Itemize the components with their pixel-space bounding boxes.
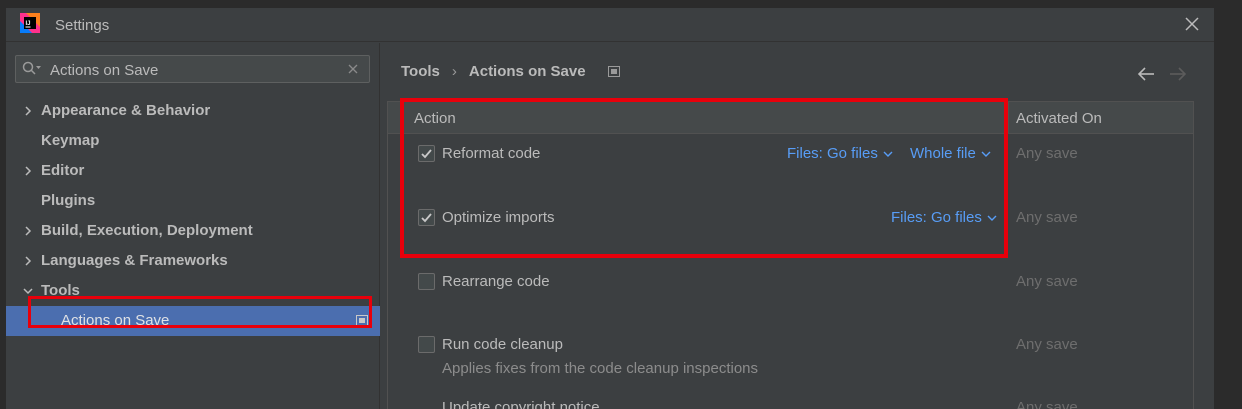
row-description: Applies fixes from the code cleanup insp… (442, 360, 759, 377)
checkmark-icon (421, 213, 432, 223)
chevron-right-icon[interactable] (22, 225, 34, 237)
tree-item-languages-frameworks[interactable]: Languages & Frameworks (6, 246, 380, 276)
project-settings-icon (356, 315, 368, 326)
search-box[interactable] (15, 55, 370, 83)
settings-tree: Appearance & Behavior Keymap Editor Plug… (6, 96, 380, 336)
whole-file-dropdown[interactable]: Whole file (910, 145, 991, 162)
settings-sidebar: Appearance & Behavior Keymap Editor Plug… (6, 43, 380, 409)
tree-item-tools[interactable]: Tools (6, 276, 380, 306)
project-settings-icon (607, 65, 620, 77)
activated-on-value[interactable]: Any save (1016, 273, 1078, 290)
chevron-right-icon[interactable] (22, 255, 34, 267)
background-right (1214, 0, 1242, 409)
table-row: Rearrange code Any save (388, 262, 1193, 326)
checkmark-icon (421, 149, 432, 159)
tree-item-label: Actions on Save (61, 312, 170, 329)
row-label: Run code cleanup (442, 336, 563, 353)
table-row: Run code cleanup Applies fixes from the … (388, 326, 1193, 390)
optimize-imports-checkbox[interactable] (418, 209, 435, 226)
rearrange-code-checkbox[interactable] (418, 273, 435, 290)
row-label: Optimize imports (442, 209, 555, 226)
reformat-code-checkbox[interactable] (418, 145, 435, 162)
table-header: Action Activated On (388, 102, 1193, 134)
settings-content: Tools › Actions on Save Action Activated O… (381, 43, 1214, 409)
run-code-cleanup-checkbox[interactable] (418, 336, 435, 353)
clear-search-icon[interactable] (346, 62, 360, 76)
column-header-action[interactable]: Action (414, 110, 456, 127)
tree-item-build-execution-deployment[interactable]: Build, Execution, Deployment (6, 216, 380, 246)
logo-text: IJ (26, 21, 31, 27)
breadcrumb-separator: › (451, 62, 457, 80)
tree-item-label: Keymap (41, 132, 100, 149)
tree-item-editor[interactable]: Editor (6, 156, 380, 186)
table-row: Reformat code Files: Go files Whole file… (388, 134, 1193, 198)
chevron-down-icon[interactable] (22, 285, 34, 297)
chevron-right-icon[interactable] (22, 105, 34, 117)
tree-item-label: Appearance & Behavior (41, 102, 211, 119)
tree-item-plugins[interactable]: Plugins (6, 186, 380, 216)
search-icon[interactable] (22, 61, 42, 77)
tree-item-label: Editor (41, 162, 85, 179)
tree-item-actions-on-save[interactable]: Actions on Save (6, 306, 380, 336)
table-row: Update copyright notice Any save (388, 390, 1193, 409)
tree-item-label: Build, Execution, Deployment (41, 222, 253, 239)
activated-on-value[interactable]: Any save (1016, 209, 1078, 226)
title-bar: IJ Settings (6, 8, 1214, 42)
tree-item-appearance-behavior[interactable]: Appearance & Behavior (6, 96, 380, 126)
actions-table: Action Activated On Reformat code Files:… (387, 101, 1194, 409)
activated-on-value[interactable]: Any save (1016, 399, 1078, 409)
chevron-right-icon[interactable] (22, 165, 34, 177)
column-header-activated-on[interactable]: Activated On (1016, 110, 1102, 127)
link-text: Whole file (910, 145, 976, 162)
row-label: Rearrange code (442, 273, 550, 290)
files-scope-dropdown[interactable]: Files: Go files (787, 145, 893, 162)
breadcrumb-current: Actions on Save (468, 62, 586, 80)
activated-on-value[interactable]: Any save (1016, 336, 1078, 353)
tree-item-label: Languages & Frameworks (41, 252, 228, 269)
row-label: Update copyright notice (442, 399, 600, 409)
tree-item-label: Tools (41, 282, 80, 299)
close-icon[interactable] (1184, 16, 1200, 32)
chevron-down-icon (987, 215, 997, 221)
intellij-logo-icon: IJ (20, 13, 40, 33)
link-text: Files: Go files (787, 145, 878, 162)
back-arrow-icon[interactable] (1137, 67, 1155, 81)
link-text: Files: Go files (891, 209, 982, 226)
activated-on-value[interactable]: Any save (1016, 145, 1078, 162)
tree-item-keymap[interactable]: Keymap (6, 126, 380, 156)
settings-dialog: IJ Settings Appearance & Behavior (6, 8, 1214, 409)
column-divider (1008, 102, 1009, 134)
window-title: Settings (55, 17, 110, 34)
chevron-down-icon (981, 151, 991, 157)
breadcrumb: Tools › Actions on Save (401, 62, 620, 80)
files-scope-dropdown[interactable]: Files: Go files (891, 209, 997, 226)
forward-arrow-icon[interactable] (1169, 67, 1187, 81)
tree-item-label: Plugins (41, 192, 96, 209)
chevron-down-icon (883, 151, 893, 157)
table-row: Optimize imports Files: Go files Any sav… (388, 198, 1193, 262)
search-input[interactable] (50, 60, 330, 80)
row-label: Reformat code (442, 145, 541, 162)
breadcrumb-parent[interactable]: Tools (401, 63, 440, 80)
